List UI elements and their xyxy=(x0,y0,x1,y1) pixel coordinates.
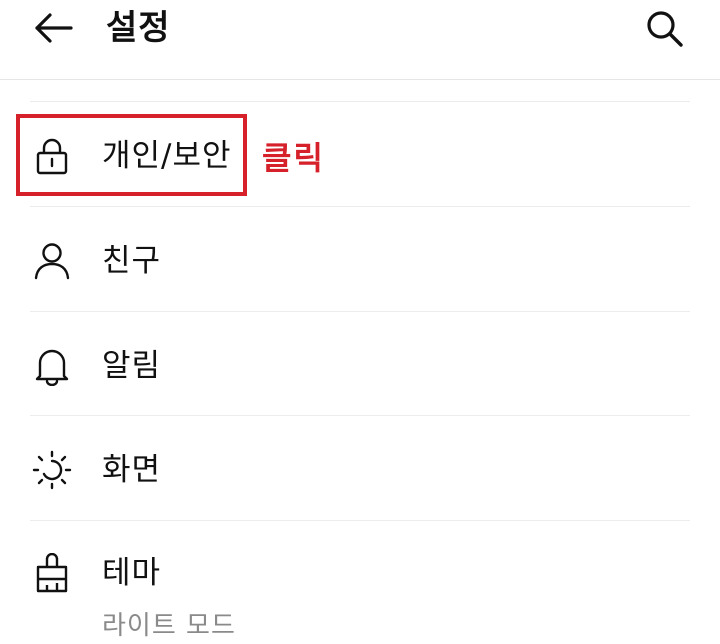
bell-icon xyxy=(30,344,74,388)
menu-item-sublabel: 라이트 모드 xyxy=(102,611,236,641)
menu-item-display[interactable]: 화면 xyxy=(0,416,720,520)
back-button[interactable] xyxy=(30,10,76,46)
person-icon xyxy=(30,239,74,283)
lock-icon xyxy=(30,134,74,178)
search-button[interactable] xyxy=(640,4,688,52)
menu-item-label: 알림 xyxy=(102,348,162,384)
menu-item-label: 친구 xyxy=(102,243,162,279)
menu-item-notifications[interactable]: 알림 xyxy=(0,312,720,416)
menu-item-theme[interactable]: 테마 라이트 모드 xyxy=(0,521,720,644)
brush-icon xyxy=(30,551,74,595)
menu-item-label: 개인/보안 xyxy=(102,138,232,174)
menu-item-friends[interactable]: 친구 xyxy=(0,207,720,311)
menu-item-label: 테마 xyxy=(102,555,162,591)
page-title: 설정 xyxy=(106,8,171,48)
sun-icon xyxy=(30,448,74,492)
search-icon xyxy=(644,8,684,48)
app-header: 설정 xyxy=(0,0,720,80)
click-annotation: 클릭 xyxy=(262,139,325,177)
menu-item-label: 화면 xyxy=(102,452,162,488)
arrow-left-icon xyxy=(33,12,73,44)
menu-item-privacy-security[interactable]: 개인/보안 xyxy=(0,102,720,206)
